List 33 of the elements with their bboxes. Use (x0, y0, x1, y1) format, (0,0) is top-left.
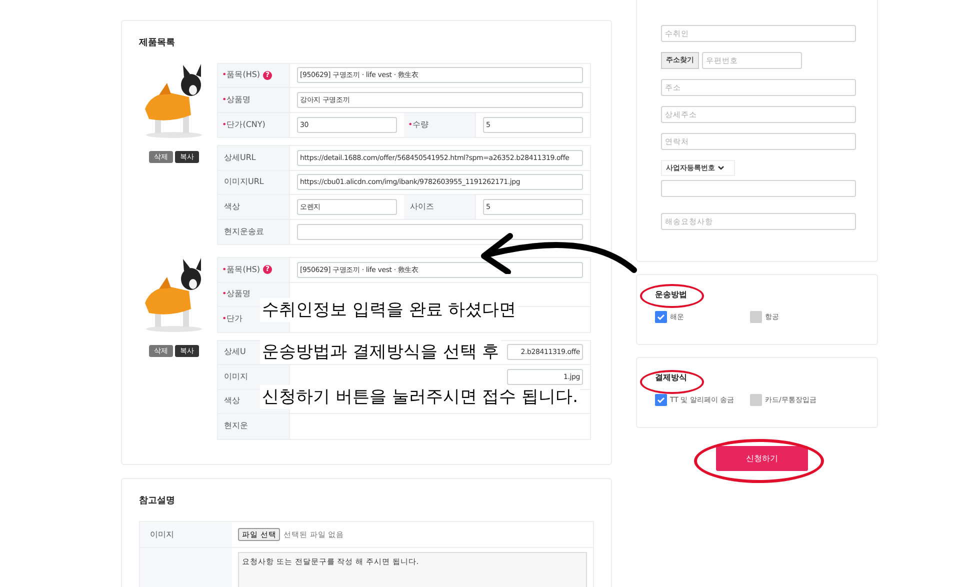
text-input[interactable] (297, 224, 583, 240)
field-label: •품목(HS) (222, 264, 260, 276)
section-title: 운송방법 (655, 289, 688, 301)
section-title: 결제방식 (655, 372, 688, 384)
checkbox[interactable] (750, 394, 762, 406)
text-input[interactable] (661, 180, 856, 197)
checkbox[interactable] (655, 311, 667, 323)
checkbox[interactable] (655, 394, 667, 406)
section-title: 제품목록 (139, 37, 176, 50)
annotation-ring (640, 284, 704, 308)
checkmark-icon (657, 397, 665, 403)
field-label: 상세URL (223, 152, 256, 164)
field-label: •상품명 (222, 288, 251, 300)
field-label: •수량 (408, 118, 429, 131)
section-title: 참고설명 (139, 494, 176, 508)
table-header-cell: 이미지 (140, 522, 232, 547)
field-label: 색상 (223, 200, 240, 213)
field-label: 현지운 (223, 420, 248, 432)
field-label: 사이즈 (409, 200, 434, 213)
field-label: •품목(HS) (222, 69, 260, 82)
field-label: 이미지URL (223, 176, 264, 188)
chevron-down-icon (718, 166, 724, 170)
field-label: •단가(CNY) (222, 118, 266, 131)
field-label: 색상 (223, 395, 240, 408)
field-label: •상품명 (222, 94, 251, 106)
field-label: 상세U (223, 346, 246, 358)
field-label: 현지운송료 (223, 226, 264, 238)
field-label: 이미지 (223, 370, 248, 383)
checkbox[interactable] (750, 311, 762, 323)
field-label: •단가 (222, 313, 243, 326)
annotation-ring (640, 370, 704, 394)
submit-button[interactable]: 신청하기 (716, 446, 808, 471)
checkmark-icon (657, 314, 665, 320)
